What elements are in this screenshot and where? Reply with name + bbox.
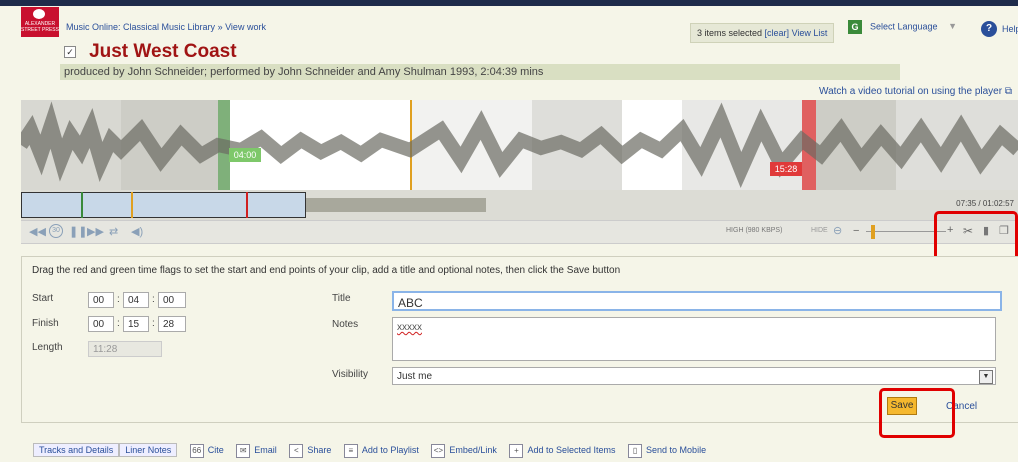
dropdown-arrow-icon[interactable]: ▼ (979, 370, 993, 384)
length-value: 11:28 (88, 341, 162, 357)
help-link[interactable]: Help (1002, 24, 1018, 34)
language-dropdown-arrow-icon[interactable]: ▼ (948, 21, 957, 31)
add-to-playlist-link[interactable]: Add to Playlist (362, 445, 419, 455)
tab-liner-notes[interactable]: Liner Notes (119, 443, 178, 457)
mini-waveform (306, 198, 486, 212)
player-controls: ◀◀ 30 ❚❚ ▶▶ ⇄ ◀) HIGH (980 KBPS) HIDE ⊖ … (21, 220, 1018, 244)
language-selector[interactable]: G Select Language ▼ (848, 20, 957, 34)
length-label: Length (32, 342, 63, 353)
work-title: Just West Coast (89, 41, 237, 62)
clip-form-panel: Drag the red and green time flags to set… (21, 256, 1018, 423)
start-seconds-field[interactable]: 00 (158, 292, 186, 308)
publisher-logo[interactable]: ALEXANDER STREET PRESS (21, 7, 59, 37)
notes-label: Notes (332, 319, 359, 330)
colon-sep: : (152, 318, 155, 329)
cite-link[interactable]: Cite (208, 445, 224, 455)
breadcrumb-root-link[interactable]: Music Online: Classical Music Library (66, 22, 215, 32)
clip-instructions: Drag the red and green time flags to set… (32, 265, 621, 276)
zoom-icon[interactable]: ⊖ (833, 224, 842, 237)
email-icon: ✉ (236, 443, 251, 458)
hide-zoom-label[interactable]: HIDE (811, 227, 828, 234)
embed-link[interactable]: Embed/Link (449, 445, 497, 455)
breadcrumb-separator: » (217, 22, 223, 32)
top-bar (0, 0, 1018, 6)
finish-hours-field[interactable]: 00 (88, 316, 114, 332)
selection-count: 3 items selected (697, 28, 763, 38)
breadcrumb: Music Online: Classical Music Library » … (66, 22, 266, 32)
mini-playhead (131, 192, 133, 218)
google-translate-icon: G (848, 20, 862, 34)
viewport-window[interactable] (21, 192, 306, 218)
visibility-label: Visibility (332, 369, 368, 380)
start-hours-field[interactable]: 00 (88, 292, 114, 308)
view-list-link[interactable]: View List (792, 28, 828, 38)
loop-icon[interactable]: ⇄ (109, 225, 118, 238)
waveform-display[interactable]: 04:00 15:28 (21, 100, 1018, 190)
title-label: Title (332, 293, 351, 304)
finish-seconds-field[interactable]: 28 (158, 316, 186, 332)
finish-minutes-field[interactable]: 15 (123, 316, 149, 332)
skip-back-30-icon[interactable]: 30 (49, 224, 63, 238)
end-time-flag[interactable]: 15:28 (770, 162, 802, 176)
cite-icon: 66 (189, 443, 204, 458)
send-mobile-link[interactable]: Send to Mobile (646, 445, 706, 455)
video-tutorial-link[interactable]: Watch a video tutorial on using the play… (819, 86, 1012, 97)
start-label: Start (32, 293, 54, 304)
overview-track[interactable]: 07:35 / 01:02:57 (21, 190, 1018, 220)
start-time-flag[interactable]: 04:00 (229, 148, 261, 162)
bottom-toolbar: Tracks and Details Liner Notes 66 Cite ✉ Em… (33, 443, 706, 458)
breadcrumb-current[interactable]: View work (225, 22, 266, 32)
playlist-icon: ≡ (343, 443, 358, 458)
mobile-icon: ▯ (628, 443, 643, 458)
add-selected-link[interactable]: Add to Selected Items (527, 445, 615, 455)
zoom-slider-handle[interactable] (871, 225, 875, 239)
share-link[interactable]: Share (307, 445, 331, 455)
highlight-save (879, 388, 955, 438)
clear-selection-link[interactable]: [clear] (765, 28, 790, 38)
pause-icon[interactable]: ❚❚ (69, 225, 87, 238)
clip-title-input[interactable]: ABC (392, 291, 1002, 311)
work-title-row: ✓ Just West Coast (64, 41, 237, 63)
colon-sep: : (117, 318, 120, 329)
tab-tracks-details[interactable]: Tracks and Details (33, 443, 120, 457)
rewind-icon[interactable]: ◀◀ (29, 225, 46, 238)
clip-notes-textarea[interactable]: xxxxx (392, 317, 996, 361)
embed-icon: <> (431, 443, 446, 458)
playback-position: 07:35 / 01:02:57 (956, 199, 1014, 208)
waveform-graph (21, 101, 1018, 188)
visibility-value: Just me (397, 371, 433, 382)
zoom-out-icon[interactable]: − (853, 225, 859, 237)
share-icon: < (289, 443, 304, 458)
start-minutes-field[interactable]: 04 (123, 292, 149, 308)
add-selected-icon: + (509, 443, 524, 458)
colon-sep: : (117, 294, 120, 305)
finish-label: Finish (32, 318, 59, 329)
work-credits: produced by John Schneider; performed by… (60, 64, 900, 80)
language-label: Select Language (870, 21, 938, 32)
colon-sep: : (152, 294, 155, 305)
help-icon[interactable]: ? (981, 21, 997, 37)
email-link[interactable]: Email (254, 445, 277, 455)
mini-end-marker (246, 192, 248, 218)
visibility-select[interactable]: Just me ▼ (392, 367, 996, 385)
mini-start-marker (81, 192, 83, 218)
volume-icon[interactable]: ◀) (131, 225, 143, 238)
selection-box: 3 items selected [clear] View List (690, 23, 835, 43)
quality-label[interactable]: HIGH (980 KBPS) (726, 227, 782, 234)
fast-forward-icon[interactable]: ▶▶ (87, 225, 104, 238)
select-work-checkbox[interactable]: ✓ (64, 46, 76, 58)
